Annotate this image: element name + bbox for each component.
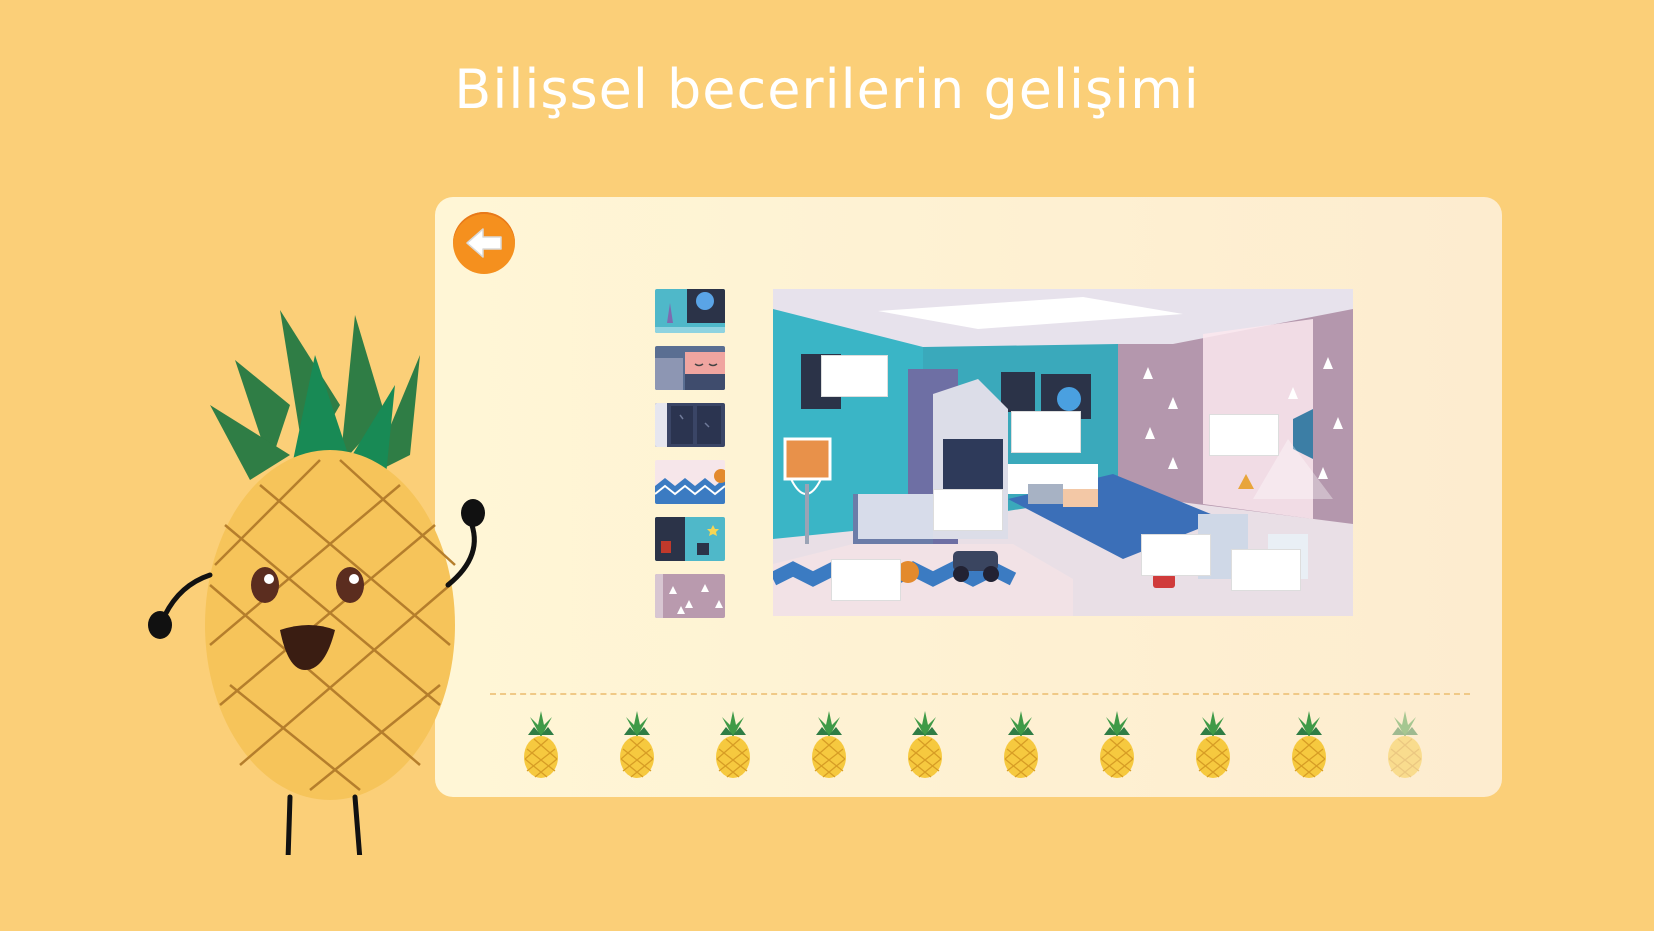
puzzle-piece-rug[interactable] — [655, 460, 725, 504]
progress-pineapple-icon-filled — [620, 711, 654, 778]
back-button[interactable] — [453, 212, 515, 274]
progress-pineapple-icon-empty — [1388, 711, 1422, 778]
progress-pineapple-icon-filled — [1292, 711, 1326, 778]
pineapple-mascot-icon — [148, 310, 485, 855]
puzzle-slot[interactable] — [831, 559, 901, 601]
progress-pineapple-icon-filled — [716, 711, 750, 778]
puzzle-piece-rocket[interactable] — [655, 289, 725, 333]
puzzle-panel — [435, 197, 1502, 797]
progress-pineapple-icon-filled — [1196, 711, 1230, 778]
puzzle-slot[interactable] — [1209, 414, 1279, 456]
progress-pineapple-icon-filled — [1004, 711, 1038, 778]
puzzle-slot[interactable] — [933, 489, 1003, 531]
puzzle-piece-pillow[interactable] — [655, 346, 725, 390]
bedroom-scene — [773, 289, 1353, 616]
puzzle-piece-curtain[interactable] — [655, 574, 725, 618]
progress-pineapple-icon-filled — [812, 711, 846, 778]
progress-pineapple-icon-filled — [524, 711, 558, 778]
progress-pineapples — [520, 709, 1480, 779]
puzzle-slot[interactable] — [1231, 549, 1301, 591]
arrow-left-icon — [466, 228, 502, 258]
progress-divider — [490, 693, 1470, 695]
puzzle-piece-window[interactable] — [655, 403, 725, 447]
puzzle-piece-poster[interactable] — [655, 517, 725, 561]
puzzle-slot[interactable] — [1011, 411, 1081, 453]
page-title: Bilişsel becerilerin gelişimi — [454, 58, 1200, 121]
puzzle-slot[interactable] — [821, 355, 888, 397]
progress-pineapple-icon-filled — [908, 711, 942, 778]
progress-pineapple-icon-filled — [1100, 711, 1134, 778]
puzzle-slot[interactable] — [1141, 534, 1211, 576]
